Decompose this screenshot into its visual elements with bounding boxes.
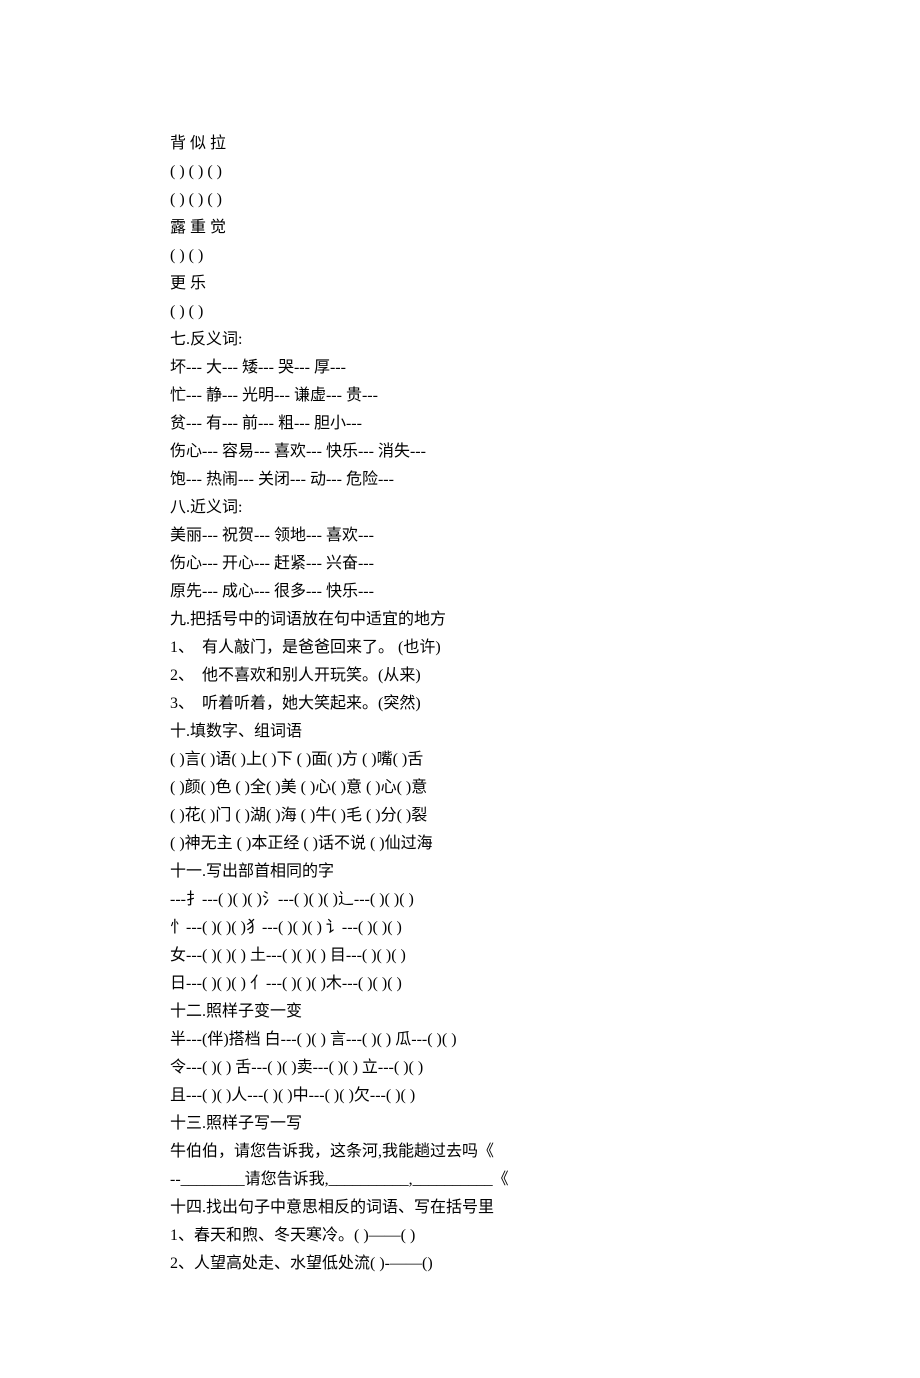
text-line: 伤心--- 容易--- 喜欢--- 快乐--- 消失--- (170, 438, 750, 466)
text-line: 牛伯伯，请您告诉我，这条河,我能趟过去吗《 (170, 1138, 750, 1166)
text-line: ( ) ( ) (170, 242, 750, 270)
text-line: 女---( )( )( ) 土---( )( )( ) 目---( )( )( … (170, 942, 750, 970)
text-line: 背 似 拉 (170, 130, 750, 158)
text-line: 更 乐 (170, 270, 750, 298)
text-line: ( )花( )门 ( )湖( )海 ( )牛( )毛 ( )分( )裂 (170, 802, 750, 830)
document-page: 背 似 拉 ( ) ( ) ( ) ( ) ( ) ( ) 露 重 觉 ( ) … (0, 0, 920, 1378)
text-line: ( ) ( ) ( ) (170, 186, 750, 214)
text-line: 原先--- 成心--- 很多--- 快乐--- (170, 578, 750, 606)
text-line: 且---( )( )人---( )( )中---( )( )欠---( )( ) (170, 1082, 750, 1110)
text-line: 忙--- 静--- 光明--- 谦虚--- 贵--- (170, 382, 750, 410)
text-line: 露 重 觉 (170, 214, 750, 242)
section-heading: 八.近义词: (170, 494, 750, 522)
text-line: 2、 他不喜欢和别人开玩笑。(从来) (170, 662, 750, 690)
text-line: ( ) ( ) (170, 298, 750, 326)
text-line: 美丽--- 祝贺--- 领地--- 喜欢--- (170, 522, 750, 550)
section-heading: 七.反义词: (170, 326, 750, 354)
text-line: 日---( )( )( ) 亻---( )( )( )木---( )( )( ) (170, 970, 750, 998)
section-heading: 十三.照样子写一写 (170, 1110, 750, 1138)
text-line: ( ) ( ) ( ) (170, 158, 750, 186)
text-line: 1、 有人敲门，是爸爸回来了。 (也许) (170, 634, 750, 662)
text-line: 伤心--- 开心--- 赶紧--- 兴奋--- (170, 550, 750, 578)
section-heading: 十.填数字、组词语 (170, 718, 750, 746)
text-line: 半---(伴)搭档 白---( )( ) 言---( )( ) 瓜---( )(… (170, 1026, 750, 1054)
section-heading: 十四.找出句子中意思相反的词语、写在括号里 (170, 1194, 750, 1222)
text-line: 忄---( )( )( )犭---( )( )( ) 讠---( )( )( ) (170, 914, 750, 942)
section-heading: 九.把括号中的词语放在句中适宜的地方 (170, 606, 750, 634)
text-line: 3、 听着听着，她大笑起来。(突然) (170, 690, 750, 718)
text-line: ( )言( )语( )上( )下 ( )面( )方 ( )嘴( )舌 (170, 746, 750, 774)
text-line: 饱--- 热闹--- 关闭--- 动--- 危险--- (170, 466, 750, 494)
text-line: --________请您告诉我,__________,__________《 (170, 1166, 750, 1194)
text-line: ---扌---( )( )( )氵---( )( )( )辶---( )( )(… (170, 886, 750, 914)
text-line: 2、人望高处走、水望低处流( )-——() (170, 1250, 750, 1278)
section-heading: 十一.写出部首相同的字 (170, 858, 750, 886)
text-line: ( )神无主 ( )本正经 ( )话不说 ( )仙过海 (170, 830, 750, 858)
text-line: 贫--- 有--- 前--- 粗--- 胆小--- (170, 410, 750, 438)
text-line: 1、春天和煦、冬天寒冷。( )——( ) (170, 1222, 750, 1250)
text-line: ( )颜( )色 ( )全( )美 ( )心( )意 ( )心( )意 (170, 774, 750, 802)
text-line: 坏--- 大--- 矮--- 哭--- 厚--- (170, 354, 750, 382)
section-heading: 十二.照样子变一变 (170, 998, 750, 1026)
text-line: 令---( )( ) 舌---( )( )卖---( )( ) 立---( )(… (170, 1054, 750, 1082)
